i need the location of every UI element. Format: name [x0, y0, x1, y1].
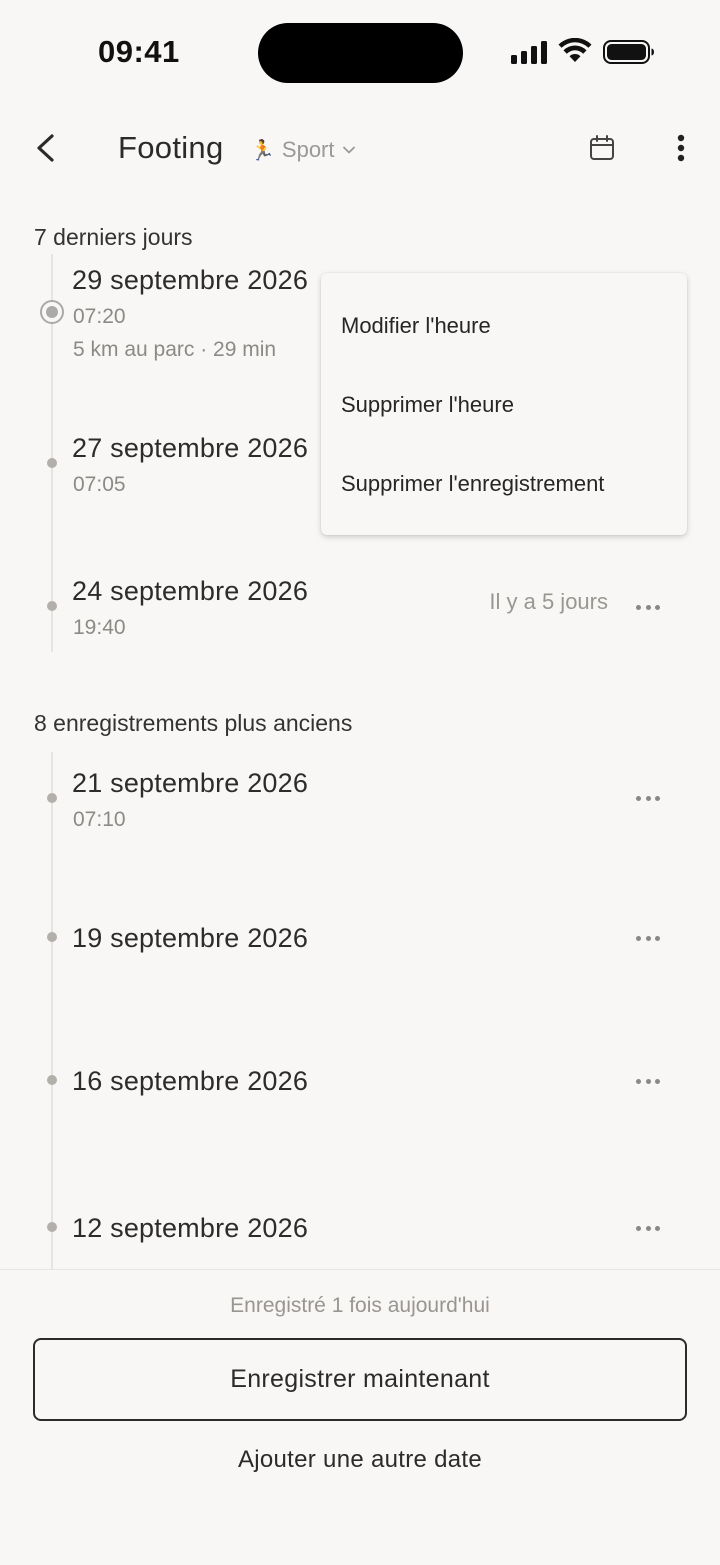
menu-item-edit-time[interactable]: Modifier l'heure: [341, 313, 671, 339]
selected-marker-icon: [40, 300, 64, 324]
page-title: Footing: [118, 130, 224, 165]
chevron-down-icon: [342, 146, 355, 154]
entry-relative-time: Il y a 5 jours: [489, 589, 608, 614]
timeline-dot: [47, 1222, 57, 1232]
calendar-icon[interactable]: [586, 132, 618, 164]
entry-date: 16 septembre 2026: [72, 1066, 309, 1096]
category-label: Sport: [281, 137, 335, 162]
cellular-signal-icon: [511, 40, 547, 64]
section-label-recent: 7 derniers jours: [34, 224, 193, 250]
more-horizontal-icon[interactable]: [632, 788, 664, 808]
status-time: 09:41: [98, 34, 180, 69]
status-bar: 09:41: [0, 0, 720, 100]
list-item[interactable]: 16 septembre 2026: [0, 1066, 720, 1106]
wifi-icon: [558, 38, 592, 62]
record-now-button[interactable]: Enregistrer maintenant: [33, 1338, 687, 1421]
entry-time: 07:05: [73, 473, 126, 496]
bottom-panel: Enregistré 1 fois aujourd'hui Enregistre…: [0, 1269, 720, 1565]
context-menu: Modifier l'heure Supprimer l'heure Suppr…: [321, 273, 687, 535]
menu-item-delete-record[interactable]: Supprimer l'enregistrement: [341, 471, 671, 497]
dynamic-island: [258, 23, 463, 83]
menu-item-delete-time[interactable]: Supprimer l'heure: [341, 392, 671, 418]
timeline-dot: [47, 932, 57, 942]
section-label-older: 8 enregistrements plus anciens: [34, 710, 353, 736]
timeline-dot: [47, 601, 57, 611]
entry-time: 07:20: [73, 305, 126, 328]
entry-time: 07:10: [73, 808, 126, 831]
entry-date: 12 septembre 2026: [72, 1213, 309, 1243]
entry-note: 5 km au parc · 29 min: [73, 338, 277, 361]
add-other-date-link[interactable]: Ajouter une autre date: [0, 1446, 720, 1474]
timeline-dot: [47, 793, 57, 803]
list-item[interactable]: 12 septembre 2026: [0, 1213, 720, 1253]
list-item[interactable]: 19 septembre 2026: [0, 923, 720, 963]
list-item[interactable]: 24 septembre 2026 19:40 Il y a 5 jours: [0, 576, 720, 646]
entry-time: 19:40: [73, 616, 126, 639]
more-vertical-icon[interactable]: [664, 128, 698, 168]
category-selector[interactable]: 🏃 Sport: [250, 135, 356, 165]
entry-date: 24 septembre 2026: [72, 576, 309, 606]
timeline-dot: [47, 458, 57, 468]
today-status: Enregistré 1 fois aujourd'hui: [230, 1294, 490, 1317]
more-horizontal-icon[interactable]: [632, 1218, 664, 1238]
runner-icon: 🏃: [250, 138, 275, 162]
timeline-dot: [47, 1075, 57, 1085]
entry-date: 29 septembre 2026: [72, 265, 309, 295]
entry-date: 21 septembre 2026: [72, 768, 309, 798]
list-item[interactable]: 21 septembre 2026 07:10: [0, 768, 720, 838]
back-arrow-icon[interactable]: [26, 128, 66, 168]
entry-date: 27 septembre 2026: [72, 433, 309, 463]
more-horizontal-icon[interactable]: [632, 597, 664, 617]
battery-icon: [603, 40, 654, 64]
header: Footing 🏃 Sport: [0, 110, 720, 190]
entry-date: 19 septembre 2026: [72, 923, 309, 953]
more-horizontal-icon[interactable]: [632, 1071, 664, 1091]
more-horizontal-icon[interactable]: [632, 928, 664, 948]
